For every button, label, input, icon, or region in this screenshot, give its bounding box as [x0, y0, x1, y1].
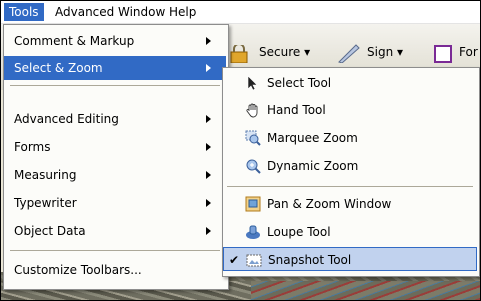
select-zoom-submenu: Select Tool Hand Tool Marquee Zoom Dynam… — [222, 67, 480, 277]
menu-item-label: Measuring — [14, 168, 77, 182]
menu-item-label: Typewriter — [14, 196, 77, 210]
submenu-arrow-icon — [206, 171, 211, 179]
menu-advanced[interactable]: Advanced — [50, 3, 119, 21]
menu-item-label: Select Tool — [267, 76, 332, 90]
menu-item-pan-zoom-window[interactable]: Pan & Zoom Window — [223, 192, 477, 216]
menu-item-hand-tool[interactable]: Hand Tool — [223, 98, 477, 122]
pan-zoom-window-icon — [245, 196, 261, 212]
menu-tools[interactable]: Tools — [4, 3, 44, 21]
menu-item-typewriter[interactable]: Typewriter — [4, 191, 226, 215]
menu-item-measuring[interactable]: Measuring — [4, 163, 226, 187]
submenu-arrow-icon — [206, 227, 211, 235]
menu-item-label: Marquee Zoom — [267, 131, 358, 145]
menu-item-label: Advanced Editing — [14, 112, 119, 126]
menu-bar: Tools Advanced Window Help — [1, 1, 480, 24]
submenu-arrow-icon — [206, 37, 211, 45]
menu-item-label: Dynamic Zoom — [267, 159, 359, 173]
menu-item-label: Select & Zoom — [14, 61, 103, 75]
tools-menu: Comment & Markup Select & Zoom Advanced … — [3, 24, 229, 290]
submenu-arrow-icon — [206, 143, 211, 151]
menu-item-label: Pan & Zoom Window — [267, 197, 392, 211]
menu-item-label: Hand Tool — [267, 103, 326, 117]
lock-icon — [230, 45, 248, 63]
menu-item-loupe-tool[interactable]: Loupe Tool — [223, 220, 477, 244]
menu-item-forms[interactable]: Forms — [4, 135, 226, 159]
submenu-arrow-icon — [206, 64, 211, 72]
secure-button[interactable]: Secure ▾ — [259, 43, 310, 61]
menu-item-dynamic-zoom[interactable]: Dynamic Zoom — [223, 154, 477, 178]
menu-item-comment-markup[interactable]: Comment & Markup — [4, 29, 226, 53]
sign-pen-icon — [338, 44, 360, 63]
marquee-zoom-icon — [245, 130, 261, 146]
map-texture-right — [251, 281, 480, 300]
submenu-arrow-icon — [206, 199, 211, 207]
hand-icon — [246, 103, 258, 118]
submenu-arrow-icon — [206, 115, 211, 123]
menu-separator — [10, 250, 220, 251]
menu-window[interactable]: Window — [113, 3, 170, 21]
menu-item-label: Object Data — [14, 224, 86, 238]
menu-item-customize-toolbars[interactable]: Customize Toolbars... — [4, 258, 226, 282]
menu-item-snapshot-tool[interactable]: ✔ Snapshot Tool — [223, 247, 477, 271]
forms-button[interactable]: For — [459, 43, 478, 61]
snapshot-camera-icon — [246, 254, 262, 267]
menu-item-label: Customize Toolbars... — [14, 263, 142, 277]
menu-separator — [10, 85, 220, 86]
menu-item-object-data[interactable]: Object Data — [4, 219, 226, 243]
menu-separator — [227, 186, 473, 187]
menu-item-advanced-editing[interactable]: Advanced Editing — [4, 107, 226, 131]
menu-item-label: Comment & Markup — [14, 34, 135, 48]
menu-item-marquee-zoom[interactable]: Marquee Zoom — [223, 126, 477, 150]
loupe-icon — [246, 225, 260, 239]
arrow-cursor-icon — [247, 75, 258, 91]
dynamic-zoom-icon — [246, 159, 261, 174]
menu-item-label: Forms — [14, 140, 51, 154]
menu-help[interactable]: Help — [164, 3, 201, 21]
forms-icon — [434, 45, 452, 63]
menu-item-select-zoom[interactable]: Select & Zoom — [4, 56, 226, 80]
menu-item-label: Loupe Tool — [267, 225, 331, 239]
menu-item-select-tool[interactable]: Select Tool — [223, 71, 477, 95]
check-mark-icon: ✔ — [229, 253, 240, 267]
application-window: Secure ▾ Sign ▾ For Bu Tools Advanced Wi… — [0, 0, 481, 301]
menu-item-label: Snapshot Tool — [268, 253, 352, 267]
sign-button[interactable]: Sign ▾ — [367, 43, 403, 61]
